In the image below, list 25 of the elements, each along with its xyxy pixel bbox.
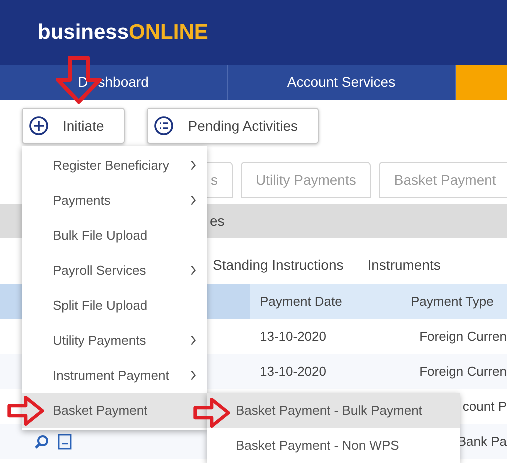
menu-item[interactable]: Split File Upload <box>22 288 207 323</box>
menu-item[interactable]: Bulk File Upload <box>22 218 207 253</box>
table-cell-text: Foreign Curren <box>420 328 507 346</box>
menu-item[interactable]: Basket Payment - Non WPS <box>207 428 460 463</box>
column-header[interactable]: Payment Date <box>250 284 411 319</box>
plus-icon <box>29 116 49 136</box>
logo: businessONLINE <box>38 20 208 46</box>
sub-tab[interactable]: Standing Instructions <box>213 254 344 276</box>
menu-item[interactable]: Payroll Services <box>22 253 207 288</box>
table-cell-text: count P <box>462 398 507 416</box>
menu-item[interactable]: Instrument Payment <box>22 358 207 393</box>
section-title: es <box>210 212 225 230</box>
table-cell-text: Foreign Curren <box>420 362 507 381</box>
document-icon[interactable] <box>58 434 72 450</box>
table-cell: 13-10-2020 <box>260 364 326 378</box>
column-header[interactable]: Payment Type <box>411 284 507 319</box>
list-icon <box>154 116 174 136</box>
menu-item[interactable]: Basket Payment - Bulk Payment <box>207 393 460 428</box>
menu-item[interactable]: Basket Payment <box>22 393 207 428</box>
menu-item[interactable]: Utility Payments <box>22 323 207 358</box>
table-cell: 13-10-2020 <box>260 328 326 344</box>
search-icon[interactable] <box>34 434 50 450</box>
action-button[interactable]: Initiate <box>22 108 126 144</box>
sub-tab[interactable]: Instruments <box>368 254 441 276</box>
action-button[interactable]: Pending Activities <box>147 108 319 144</box>
